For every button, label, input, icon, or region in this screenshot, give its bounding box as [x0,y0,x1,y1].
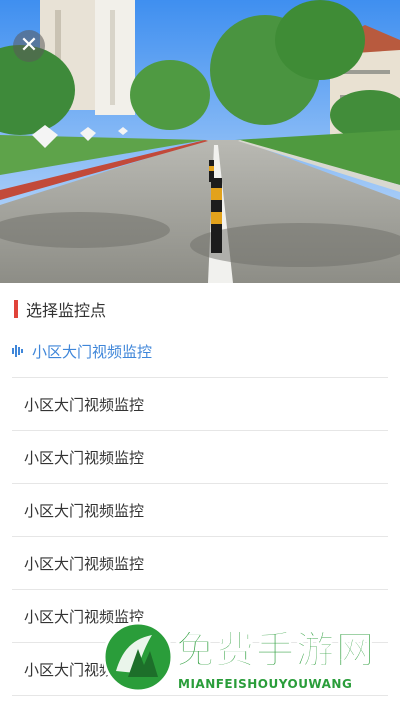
monitor-item[interactable]: 小区大门视频监控 [12,378,388,431]
section-title: 选择监控点 [26,301,107,320]
monitor-item[interactable]: 小区大门视频监控 [12,484,388,537]
monitor-label: 小区大门视频监控 [24,554,145,573]
monitor-label: 小区大门视频监控 [24,395,145,414]
monitor-label: 小区大门视频监控 [24,501,145,520]
section-header: 选择监控点 [14,297,106,321]
watermark-logo-icon [102,621,174,693]
monitor-item[interactable]: 小区大门视频监控 [12,325,388,378]
watermark-title: 免费手游网 [175,628,377,673]
monitor-item[interactable]: 小区大门视频监控 [12,431,388,484]
section-accent-bar [14,300,18,318]
close-button[interactable]: ✕ [13,30,45,62]
monitor-item[interactable]: 小区大门视频监控 [12,537,388,590]
monitor-label: 小区大门视频监控 [24,448,145,467]
video-feed[interactable]: ✕ [0,0,400,283]
audio-wave-icon [12,344,24,358]
watermark-subtitle: MIANFEISHOUYOUWANG [178,677,353,691]
site-watermark: 免费手游网 MIANFEISHOUYOUWANG [102,615,392,705]
monitor-label: 小区大门视频监控 [32,342,153,361]
camera-image [0,0,400,283]
close-icon: ✕ [19,33,39,58]
